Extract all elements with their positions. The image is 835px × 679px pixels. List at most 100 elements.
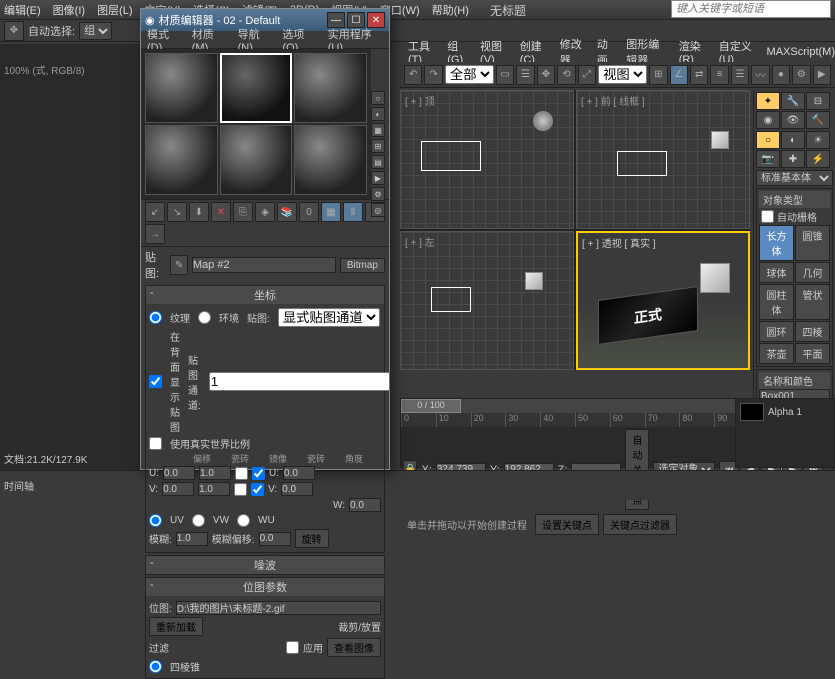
sample-type-icon[interactable]: ○ [371,91,385,105]
sphere-button[interactable]: 球体 [759,262,794,283]
viewport-perspective[interactable]: [ + ] 透视 [ 真实 ] 正式 [576,231,750,370]
geometry-icon[interactable]: ○ [756,131,780,149]
blur-off-spinner[interactable] [259,532,291,546]
bitmap-path-input[interactable] [176,601,381,615]
render-setup-icon[interactable]: ⚙ [792,65,810,85]
viewport-top-label[interactable]: [ + ] 顶 [405,93,435,108]
viewport-top[interactable]: [ + ] 顶 [400,90,574,229]
map-name-input[interactable] [192,257,336,273]
options-icon[interactable]: ⚙ [371,187,385,201]
select-name-icon[interactable]: ☰ [516,65,534,85]
keyfilter-button[interactable]: 关键点过滤器 [603,514,677,535]
material-slot-4[interactable] [145,125,218,195]
assign-icon[interactable]: ⬇ [189,202,209,222]
teapot-button[interactable]: 茶壶 [759,343,794,364]
time-slider[interactable]: 0 / 100 [401,399,749,413]
v-mirror[interactable] [234,483,247,496]
viewport-persp-label[interactable]: [ + ] 透视 [ 真实 ] [582,235,656,250]
tube-button[interactable]: 管状 [795,284,830,320]
uv-tile-icon[interactable]: ⊞ [371,139,385,153]
texture-radio[interactable] [149,311,162,324]
cameras-icon[interactable]: 📷 [756,150,780,168]
viewport-left[interactable]: [ + ] 左 [400,231,574,370]
u-mirror[interactable] [235,467,248,480]
blur-spinner[interactable] [176,532,208,546]
u-tile-check[interactable] [252,467,265,480]
view-image-button[interactable]: 查看图像 [327,638,381,657]
menu-image[interactable]: 图像(I) [53,2,85,18]
go-sibling-icon[interactable]: → [145,224,165,244]
video-check-icon[interactable]: ▤ [371,155,385,169]
undo-icon[interactable]: ↶ [404,65,422,85]
selection-filter[interactable]: 全部 [445,65,494,84]
help-search-input[interactable] [671,0,831,18]
coords-header[interactable]: 坐标 [146,286,384,304]
uv-radio[interactable] [149,514,162,527]
noise-header[interactable]: 噪波 [146,556,384,574]
mirror-icon[interactable]: ⇄ [690,65,708,85]
torus-button[interactable]: 圆环 [759,321,794,342]
helpers-icon[interactable]: ✚ [781,150,805,168]
vw-radio[interactable] [192,514,205,527]
plane-button[interactable]: 平面 [795,343,830,364]
shapes-icon[interactable]: ◐ [781,131,805,149]
setkey-button[interactable]: 设置关键点 [535,514,599,535]
material-slot-5[interactable] [220,125,293,195]
show-on-back-checkbox[interactable] [149,375,162,388]
backlight-icon[interactable]: ◐ [371,107,385,121]
mapping-combo[interactable]: 显式贴图通道 [278,308,380,327]
time-ruler[interactable]: 0 10 20 30 40 50 60 70 80 90 100 [401,413,749,427]
menu-help[interactable]: 帮助(H) [432,2,469,18]
layers-icon[interactable]: ☰ [731,65,749,85]
w-angle[interactable] [349,498,381,512]
viewport-front[interactable]: [ + ] 前 [ 线框 ] [576,90,750,229]
cylinder-button[interactable]: 圆柱体 [759,284,794,320]
material-editor-icon[interactable]: ● [772,65,790,85]
render-icon[interactable]: ▶ [813,65,831,85]
create-tab-icon[interactable]: ✦ [756,92,780,110]
u-offset[interactable] [163,466,195,480]
hierarchy-tab-icon[interactable]: ⊟ [806,92,830,110]
material-slot-6[interactable] [294,125,367,195]
menu-layer[interactable]: 图层(L) [97,2,132,18]
apply-checkbox[interactable] [286,641,299,654]
box-button[interactable]: 长方体 [759,225,794,261]
v-angle[interactable] [281,482,313,496]
systems-icon[interactable]: ⚡ [806,150,830,168]
reset-icon[interactable]: ✕ [211,202,231,222]
reload-button[interactable]: 重新加载 [149,617,203,636]
lights-icon[interactable]: ☀ [806,131,830,149]
show-end-result-icon[interactable]: Ⅱ [343,202,363,222]
viewport-front-label[interactable]: [ + ] 前 [ 线框 ] [581,93,645,108]
select-by-mat-icon[interactable]: ◎ [371,203,385,217]
show-in-viewport-icon[interactable]: ▦ [321,202,341,222]
map-type-button[interactable]: Bitmap [340,258,385,273]
env-radio[interactable] [198,311,211,324]
primitive-category[interactable]: 标准基本体 [756,170,833,186]
select-icon[interactable]: ▭ [496,65,514,85]
curve-editor-icon[interactable]: 〰 [751,65,769,85]
snap-icon[interactable]: ⊞ [649,65,667,85]
redo-icon[interactable]: ↷ [424,65,442,85]
v-tile-check[interactable] [251,483,264,496]
copy-icon[interactable]: ⎘ [233,202,253,222]
menu-edit[interactable]: 编辑(E) [4,2,41,18]
angle-snap-icon[interactable]: ∠ [670,65,688,85]
move-tool-icon[interactable]: ✥ [4,21,24,41]
v-offset[interactable] [162,482,194,496]
mat-id-icon[interactable]: 0 [299,202,319,222]
geosphere-button[interactable]: 几何 [795,262,830,283]
u-angle[interactable] [283,466,315,480]
pyramid-button[interactable]: 四棱 [795,321,830,342]
wu-radio[interactable] [237,514,250,527]
real-world-checkbox[interactable] [149,437,162,450]
time-slider-handle[interactable]: 0 / 100 [401,399,461,413]
align-icon[interactable]: ≡ [710,65,728,85]
material-slot-3[interactable] [294,53,367,123]
pyramidal-radio[interactable] [149,660,162,673]
bitmap-params-header[interactable]: 位图参数 [146,578,384,596]
preview-icon[interactable]: ▶ [371,171,385,185]
put-to-lib-icon[interactable]: 📚 [277,202,297,222]
layer-item-alpha[interactable]: Alpha 1 [738,401,832,423]
material-slot-1[interactable] [145,53,218,123]
